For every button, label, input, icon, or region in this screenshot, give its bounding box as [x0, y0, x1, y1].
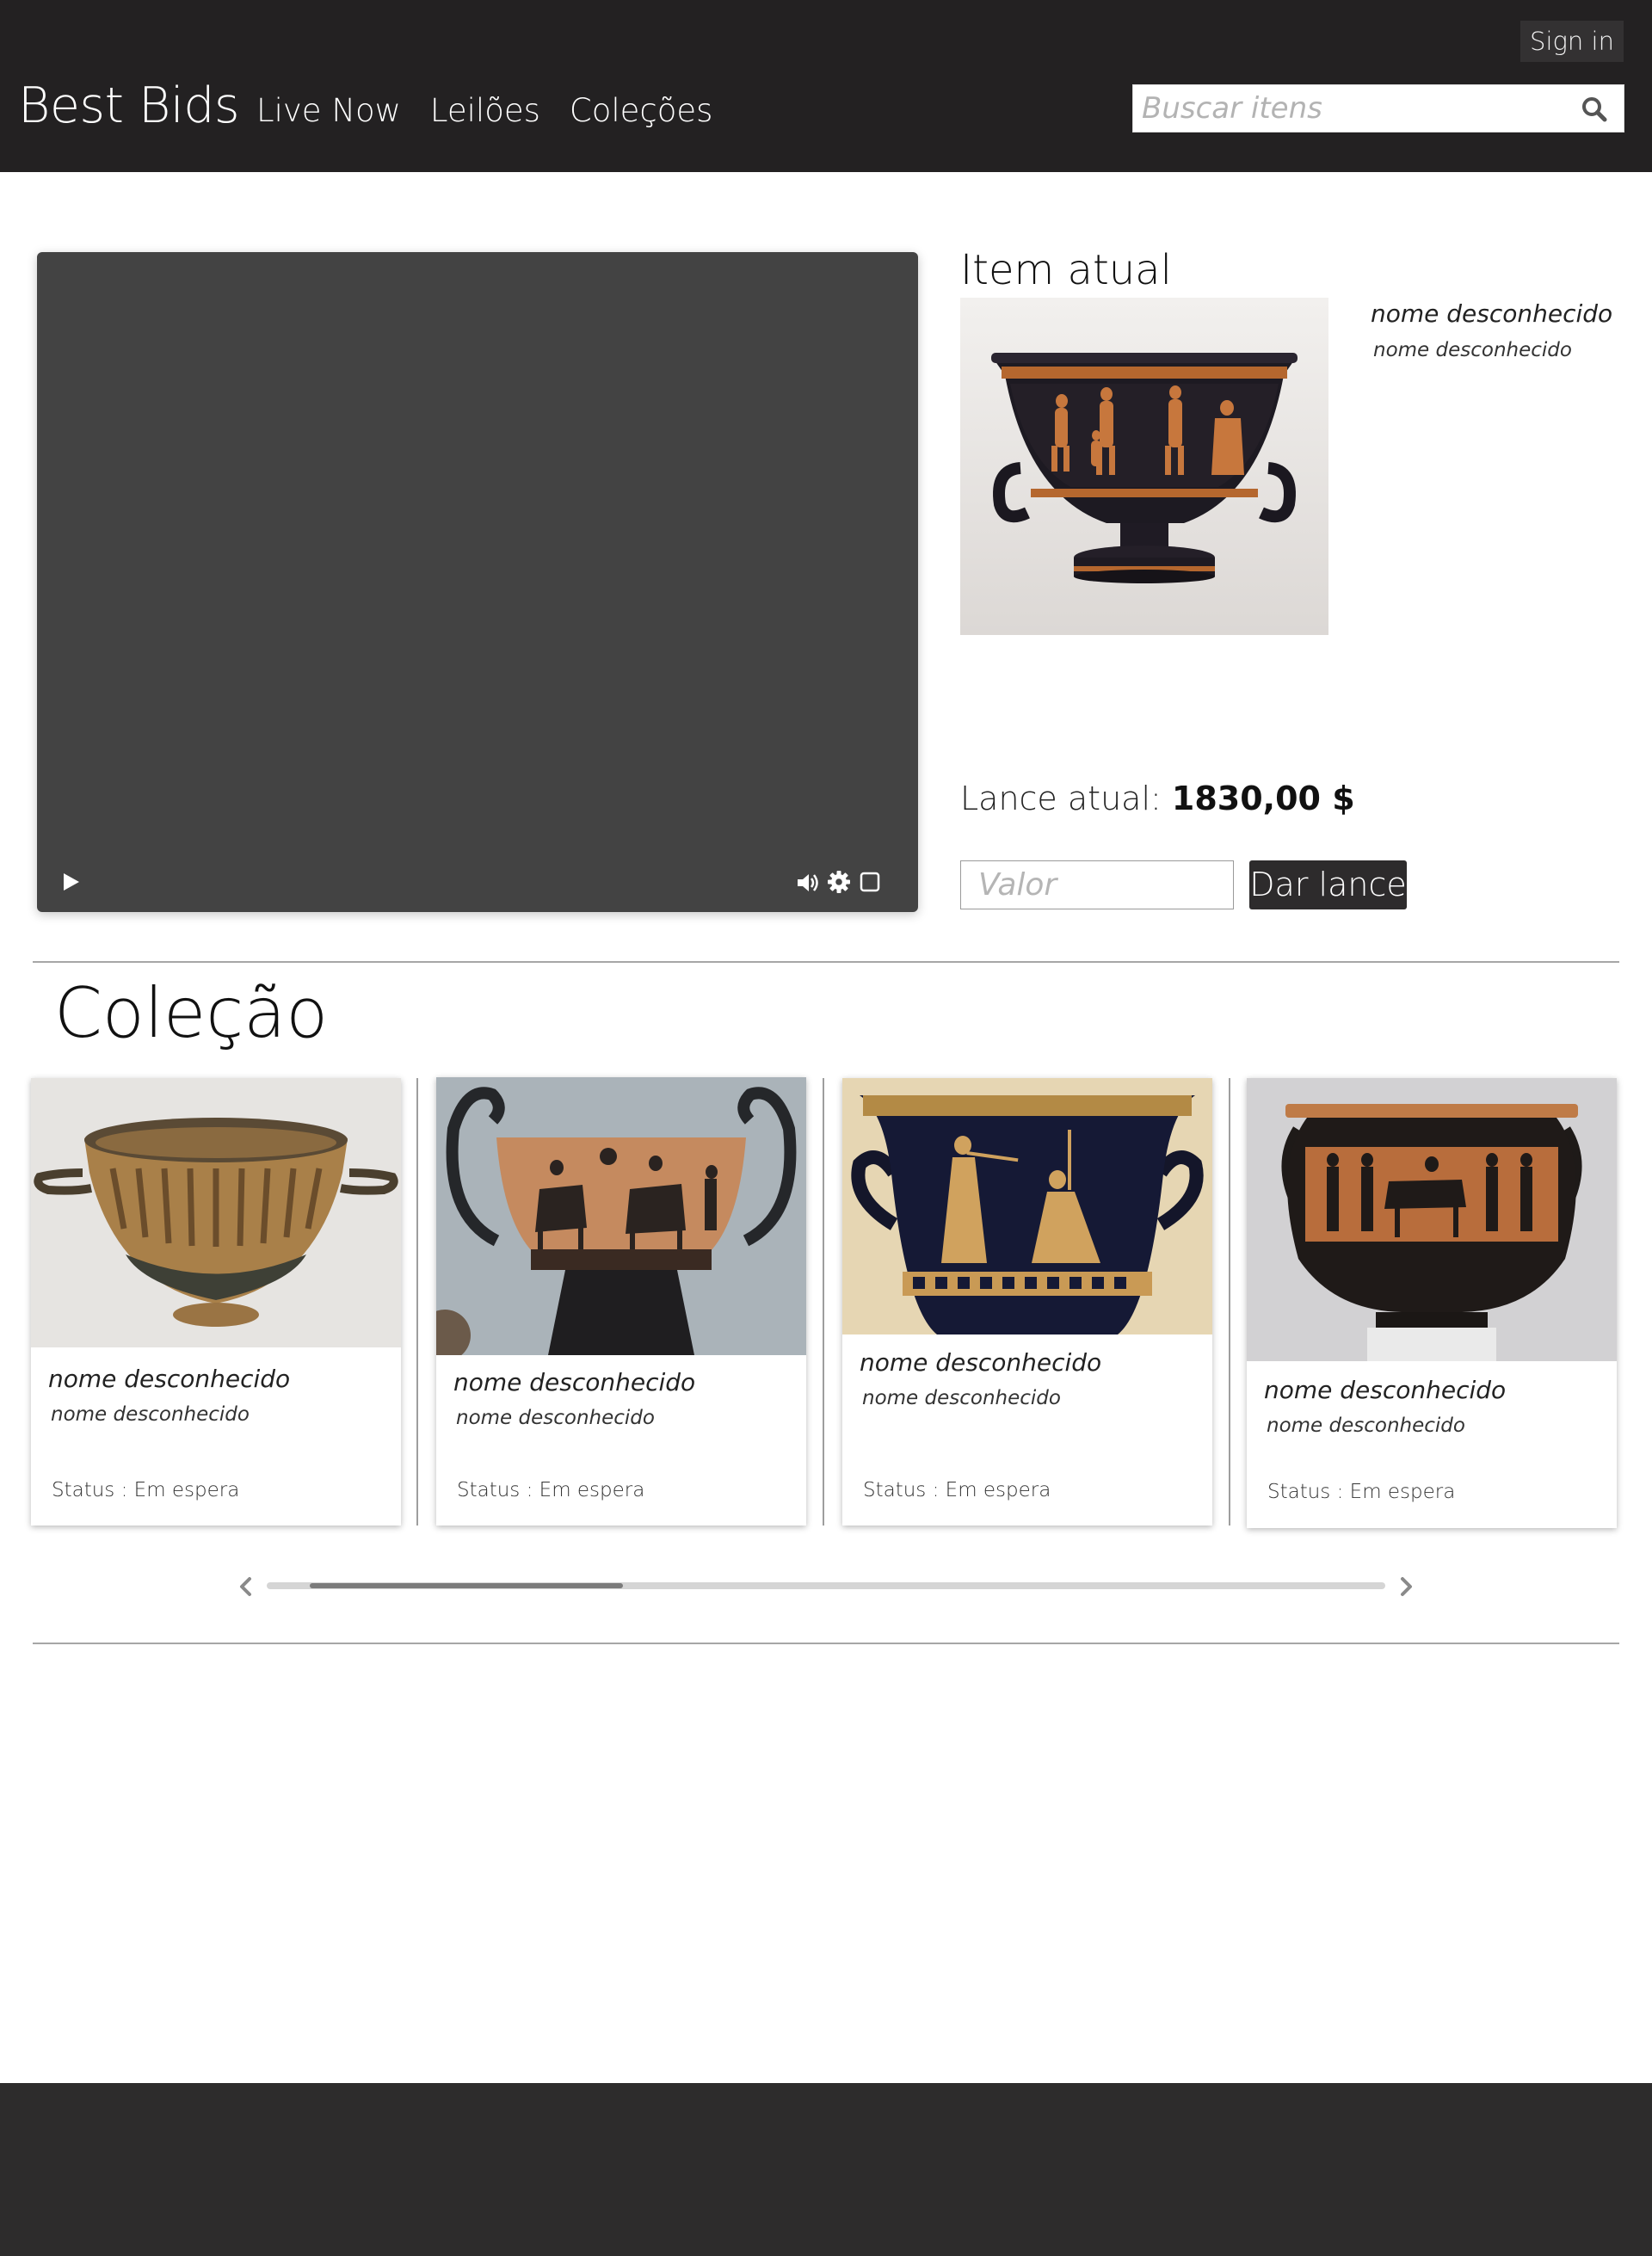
- gear-icon[interactable]: [827, 870, 851, 894]
- collection-item-subtitle: nome desconhecido: [51, 1403, 250, 1426]
- collection-item-name: nome desconhecido: [1264, 1376, 1507, 1404]
- collection-card[interactable]: nome desconhecido nome desconhecido Stat…: [1247, 1078, 1617, 1528]
- fullscreen-icon[interactable]: [859, 871, 881, 893]
- divider: [33, 961, 1619, 963]
- volume-icon[interactable]: [795, 870, 821, 896]
- collection-item-image[interactable]: [842, 1078, 1212, 1334]
- collection-card[interactable]: nome desconhecido nome desconhecido Stat…: [842, 1078, 1212, 1526]
- search-icon[interactable]: [1581, 96, 1608, 123]
- sign-in-button[interactable]: Sign in: [1520, 21, 1624, 62]
- current-item-name: nome desconhecido: [1371, 299, 1613, 328]
- bid-amount-input[interactable]: [960, 860, 1234, 909]
- play-icon[interactable]: [58, 869, 83, 895]
- collection-item-status: Status : Em espera: [863, 1479, 1051, 1501]
- nav-collections[interactable]: Coleções: [570, 89, 713, 133]
- brand-logo[interactable]: Best Bids: [18, 76, 240, 136]
- current-item-image[interactable]: [960, 298, 1328, 635]
- top-navbar: Sign in Best Bids Live Now Leilões Coleç…: [0, 0, 1652, 172]
- live-video-player[interactable]: [37, 252, 918, 912]
- collection-item-image[interactable]: [31, 1078, 401, 1347]
- current-bid-value: 1830,00 $: [1171, 780, 1355, 817]
- place-bid-button[interactable]: Dar lance: [1249, 860, 1407, 909]
- nav-live-now[interactable]: Live Now: [256, 89, 401, 133]
- collection-item-subtitle: nome desconhecido: [862, 1387, 1061, 1409]
- collection-item-name: nome desconhecido: [48, 1365, 291, 1393]
- current-item-subtitle: nome desconhecido: [1373, 339, 1572, 361]
- chevron-right-icon[interactable]: [1397, 1575, 1415, 1598]
- collection-item-name: nome desconhecido: [453, 1368, 696, 1396]
- search-box: [1132, 84, 1624, 133]
- collection-item-image[interactable]: [436, 1077, 806, 1355]
- collection-item-name: nome desconhecido: [860, 1348, 1102, 1377]
- collection-item-status: Status : Em espera: [52, 1479, 240, 1501]
- card-divider: [823, 1078, 824, 1526]
- card-divider: [1229, 1078, 1230, 1526]
- main-nav: Live Now Leilões Coleções: [256, 89, 712, 133]
- collection-card[interactable]: nome desconhecido nome desconhecido Stat…: [31, 1078, 401, 1526]
- collection-item-status: Status : Em espera: [457, 1479, 645, 1501]
- chevron-left-icon[interactable]: [237, 1575, 255, 1598]
- collection-card[interactable]: nome desconhecido nome desconhecido Stat…: [436, 1077, 806, 1526]
- collection-item-subtitle: nome desconhecido: [456, 1407, 655, 1429]
- nav-auctions[interactable]: Leilões: [430, 89, 540, 133]
- current-bid: Lance atual: 1830,00 $: [960, 780, 1355, 817]
- carousel-scrollbar[interactable]: [267, 1582, 1385, 1589]
- collection-item-status: Status : Em espera: [1267, 1481, 1456, 1503]
- card-divider: [416, 1078, 418, 1526]
- page-footer: [0, 2083, 1652, 2256]
- current-item-heading: Item atual: [960, 246, 1172, 294]
- collection-item-subtitle: nome desconhecido: [1267, 1415, 1465, 1437]
- search-input[interactable]: [1142, 85, 1555, 132]
- current-bid-label: Lance atual:: [960, 780, 1162, 817]
- divider: [33, 1643, 1619, 1644]
- collection-item-image[interactable]: [1247, 1078, 1617, 1361]
- collection-heading: Coleção: [54, 973, 329, 1053]
- carousel-scroll-thumb[interactable]: [310, 1583, 623, 1588]
